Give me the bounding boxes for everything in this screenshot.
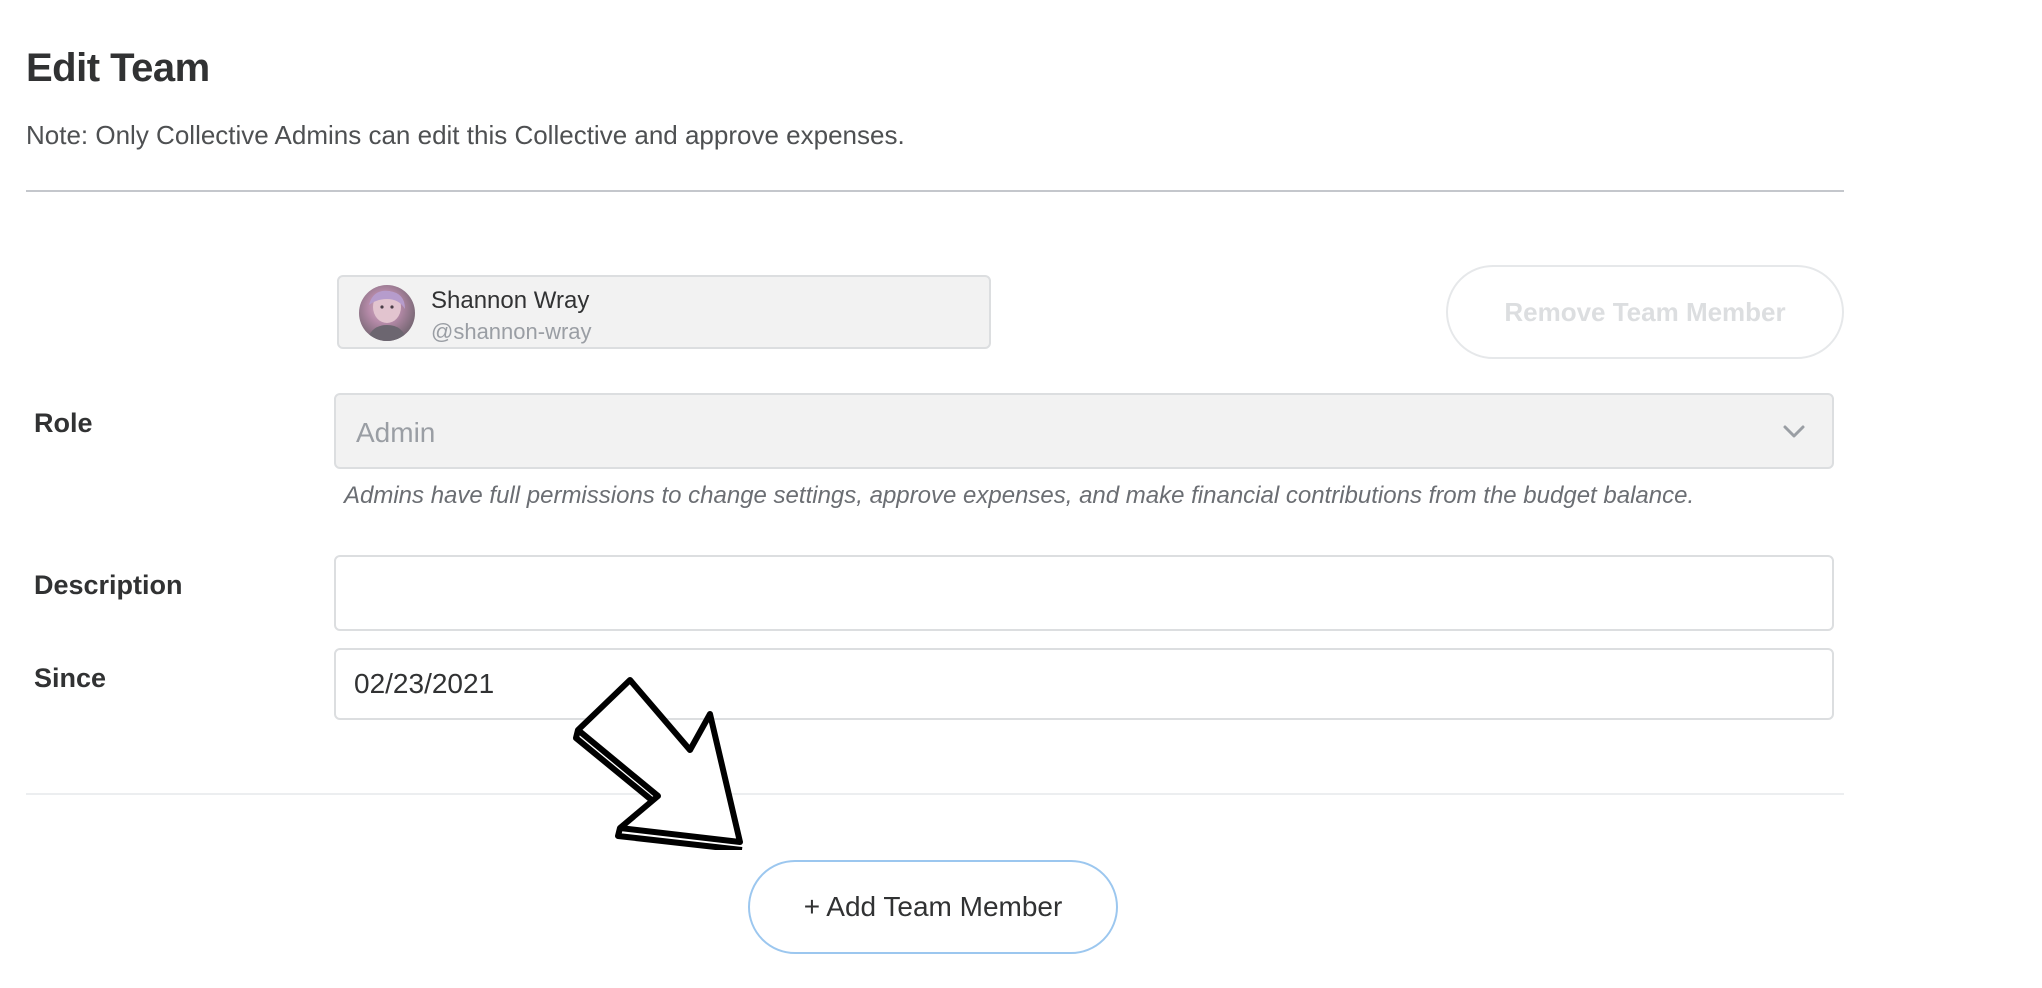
since-date-input[interactable] [334, 648, 1834, 720]
header-divider [26, 190, 1844, 192]
avatar-image [367, 290, 407, 341]
role-select[interactable]: Admin [334, 393, 1834, 469]
permission-note: Note: Only Collective Admins can edit th… [26, 120, 905, 150]
role-selected-value: Admin [356, 417, 436, 448]
arrow-pointer-icon [573, 677, 743, 850]
member-card[interactable]: Shannon Wray @shannon-wray [337, 275, 991, 349]
avatar [359, 285, 415, 341]
description-label: Description [34, 570, 183, 600]
form-divider [26, 793, 1844, 795]
add-team-member-button[interactable]: + Add Team Member [748, 860, 1118, 954]
role-label: Role [34, 408, 93, 438]
page-title: Edit Team [26, 46, 210, 90]
member-name: Shannon Wray [431, 287, 590, 314]
remove-team-member-button[interactable]: Remove Team Member [1446, 265, 1844, 359]
chevron-down-icon [1783, 425, 1805, 438]
role-help-text: Admins have full permissions to change s… [344, 482, 1695, 509]
description-input[interactable] [334, 555, 1834, 631]
member-handle: @shannon-wray [431, 319, 592, 344]
since-label: Since [34, 663, 107, 693]
